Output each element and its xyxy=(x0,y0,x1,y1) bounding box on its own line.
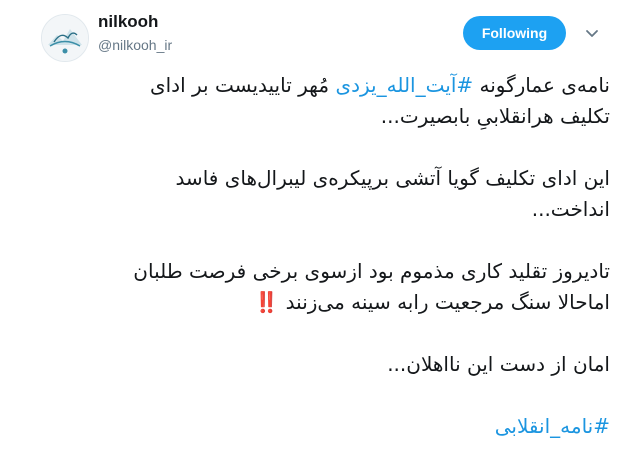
text-segment: مُهر تاییدیست بر ادای xyxy=(149,73,336,97)
paragraph-1-line-1: نامه‌ی عمارگونه #آیت_الله_یزدی مُهر تایی… xyxy=(40,70,610,101)
paragraph-2-line-2: انداخت... xyxy=(531,197,610,221)
tweet-text: نامه‌ی عمارگونه #آیت_الله_یزدی مُهر تایی… xyxy=(40,70,610,442)
paragraph-1-line-2: تکلیف هرانقلابیِ بابصیرت... xyxy=(380,104,610,128)
mountain-logo-icon xyxy=(42,15,88,61)
hashtag-link[interactable]: #آیت_الله_یزدی xyxy=(335,73,473,97)
paragraph-5-line-1: #نامه_انقلابی xyxy=(40,411,610,442)
paragraph-4-line-1: امان از دست این نااهلان... xyxy=(387,352,610,376)
paragraph-3-line-2: اماحالا سنگ مرجعیت رابه سینه می‌زنند ‼️ xyxy=(40,287,610,318)
paragraph-3-line-1: تادیروز تقلید کاری مذموم بود ازسوی برخی … xyxy=(133,259,610,283)
double-exclamation-emoji-icon: ‼️ xyxy=(254,290,281,314)
paragraph-2-line-1: این ادای تکلیف گویا آتشی برپیکره‌ی لیبرا… xyxy=(175,166,610,190)
following-button[interactable]: Following xyxy=(463,16,566,50)
tweet-header: nilkooh @nilkooh_ir Following xyxy=(0,0,640,70)
display-name[interactable]: nilkooh xyxy=(98,12,158,32)
text-segment: اماحالا سنگ مرجعیت رابه سینه می‌زنند xyxy=(285,290,610,314)
chevron-down-icon[interactable] xyxy=(582,24,602,44)
text-segment: نامه‌ی عمارگونه xyxy=(473,73,610,97)
user-handle[interactable]: @nilkooh_ir xyxy=(98,37,172,53)
avatar[interactable] xyxy=(41,14,89,62)
hashtag-link[interactable]: #نامه_انقلابی xyxy=(495,414,610,438)
